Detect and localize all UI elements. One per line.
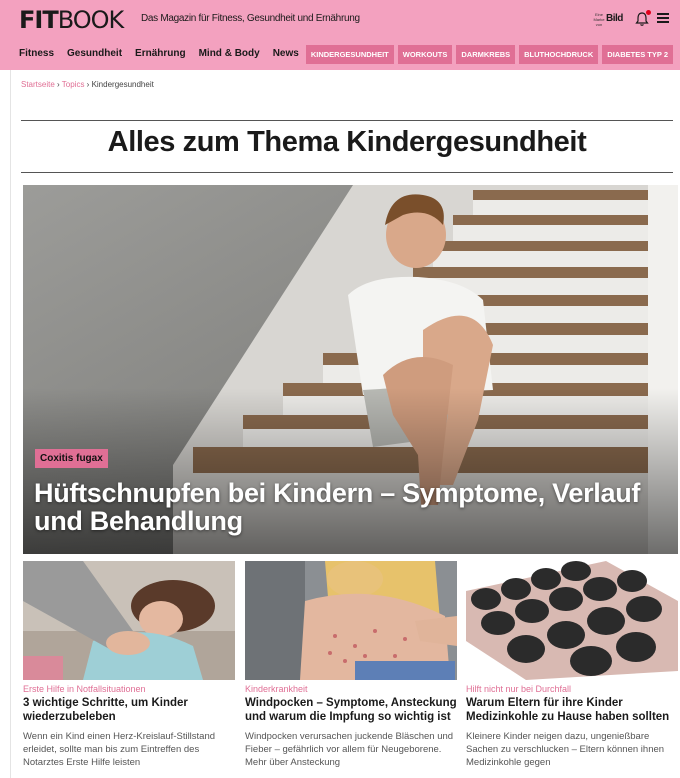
article-image xyxy=(466,561,678,680)
article-teaser: Windpocken verursachen juckende Bläschen… xyxy=(245,731,454,768)
article-teaser: Wenn ein Kind einen Herz-Kreislauf-Still… xyxy=(23,731,216,768)
bild-badge-small-text: Eine Marke von xyxy=(593,12,605,27)
breadcrumb-topics[interactable]: Topics xyxy=(62,80,85,89)
site-logo[interactable]: FITBOOK xyxy=(19,6,125,34)
tag-workouts[interactable]: WORKOUTS xyxy=(397,45,453,64)
logo-light-text: BOOK xyxy=(57,6,125,34)
article-card[interactable]: Kinderkrankheit Windpocken – Symptome, A… xyxy=(245,561,457,769)
breadcrumb-separator: › xyxy=(54,80,62,89)
article-title[interactable]: Warum Eltern für ihre Kinder Medizinkohl… xyxy=(466,696,678,724)
logo-bold-text: FIT xyxy=(19,6,59,34)
page-left-rule xyxy=(10,0,11,778)
nav-item-gesundheit[interactable]: Gesundheit xyxy=(67,48,122,59)
notification-dot xyxy=(646,10,651,15)
article-thumbnail[interactable] xyxy=(466,561,678,680)
nav-item-mind-body[interactable]: Mind & Body xyxy=(199,48,260,59)
site-tagline: Das Magazin für Fitness, Gesundheit und … xyxy=(141,13,360,24)
breadcrumb-current: Kindergesundheit xyxy=(91,80,154,89)
nav-main-items: Fitness Gesundheit Ernährung Mind & Body… xyxy=(19,48,312,59)
tag-bluthochdruck[interactable]: BLUTHOCHDRUCK xyxy=(519,45,599,64)
article-image xyxy=(245,561,457,680)
menu-icon[interactable] xyxy=(657,13,669,23)
breadcrumb-home[interactable]: Startseite xyxy=(21,80,55,89)
page-title: Alles zum Thema Kindergesundheit xyxy=(107,126,587,158)
nav-item-fitness[interactable]: Fitness xyxy=(19,48,54,59)
article-card[interactable]: Hilft nicht nur bei Durchfall Warum Elte… xyxy=(466,561,678,769)
tag-diabetes-typ-2[interactable]: DIABETES TYP 2 xyxy=(602,45,673,64)
article-title[interactable]: 3 wichtige Schritte, um Kinder wiederzub… xyxy=(23,696,235,724)
article-kicker[interactable]: Kinderkrankheit xyxy=(245,684,457,694)
nav-item-ernaehrung[interactable]: Ernährung xyxy=(135,48,186,59)
nav-item-news[interactable]: News xyxy=(273,48,299,59)
title-divider-bottom xyxy=(21,172,673,173)
tag-darmkrebs[interactable]: DARMKREBS xyxy=(456,45,516,64)
main-navigation: Fitness Gesundheit Ernährung Mind & Body… xyxy=(0,40,680,70)
article-thumbnail[interactable] xyxy=(23,561,235,680)
article-title[interactable]: Windpocken – Symptome, Ansteckung und wa… xyxy=(245,696,457,724)
bell-icon[interactable] xyxy=(634,10,651,27)
bild-brand-badge[interactable]: Eine Marke von Bild xyxy=(593,12,627,28)
hero-article[interactable]: Coxitis fugax Hüftschnupfen bei Kindern … xyxy=(23,185,678,554)
article-image xyxy=(23,561,235,680)
site-header: FITBOOK Das Magazin für Fitness, Gesundh… xyxy=(0,0,680,70)
hero-title[interactable]: Hüftschnupfen bei Kindern – Symptome, Ve… xyxy=(34,479,654,535)
hero-kicker[interactable]: Coxitis fugax xyxy=(35,449,108,468)
title-divider-top xyxy=(21,120,673,121)
article-teaser: Kleinere Kinder neigen dazu, ungenießbar… xyxy=(466,731,665,768)
bild-badge-logo: Bild xyxy=(606,13,623,24)
article-kicker[interactable]: Erste Hilfe in Notfallsituationen xyxy=(23,684,235,694)
tag-kindergesundheit[interactable]: KINDERGESUNDHEIT xyxy=(305,45,394,64)
article-card[interactable]: Erste Hilfe in Notfallsituationen 3 wich… xyxy=(23,561,235,769)
header-topbar: FITBOOK Das Magazin für Fitness, Gesundh… xyxy=(0,0,680,40)
article-kicker[interactable]: Hilft nicht nur bei Durchfall xyxy=(466,684,678,694)
article-thumbnail[interactable] xyxy=(245,561,457,680)
nav-topic-tags: KINDERGESUNDHEIT WORKOUTS DARMKREBS BLUT… xyxy=(305,45,673,64)
breadcrumb: Startseite › Topics › Kindergesundheit xyxy=(21,80,154,89)
breadcrumb-separator: › xyxy=(84,80,92,89)
